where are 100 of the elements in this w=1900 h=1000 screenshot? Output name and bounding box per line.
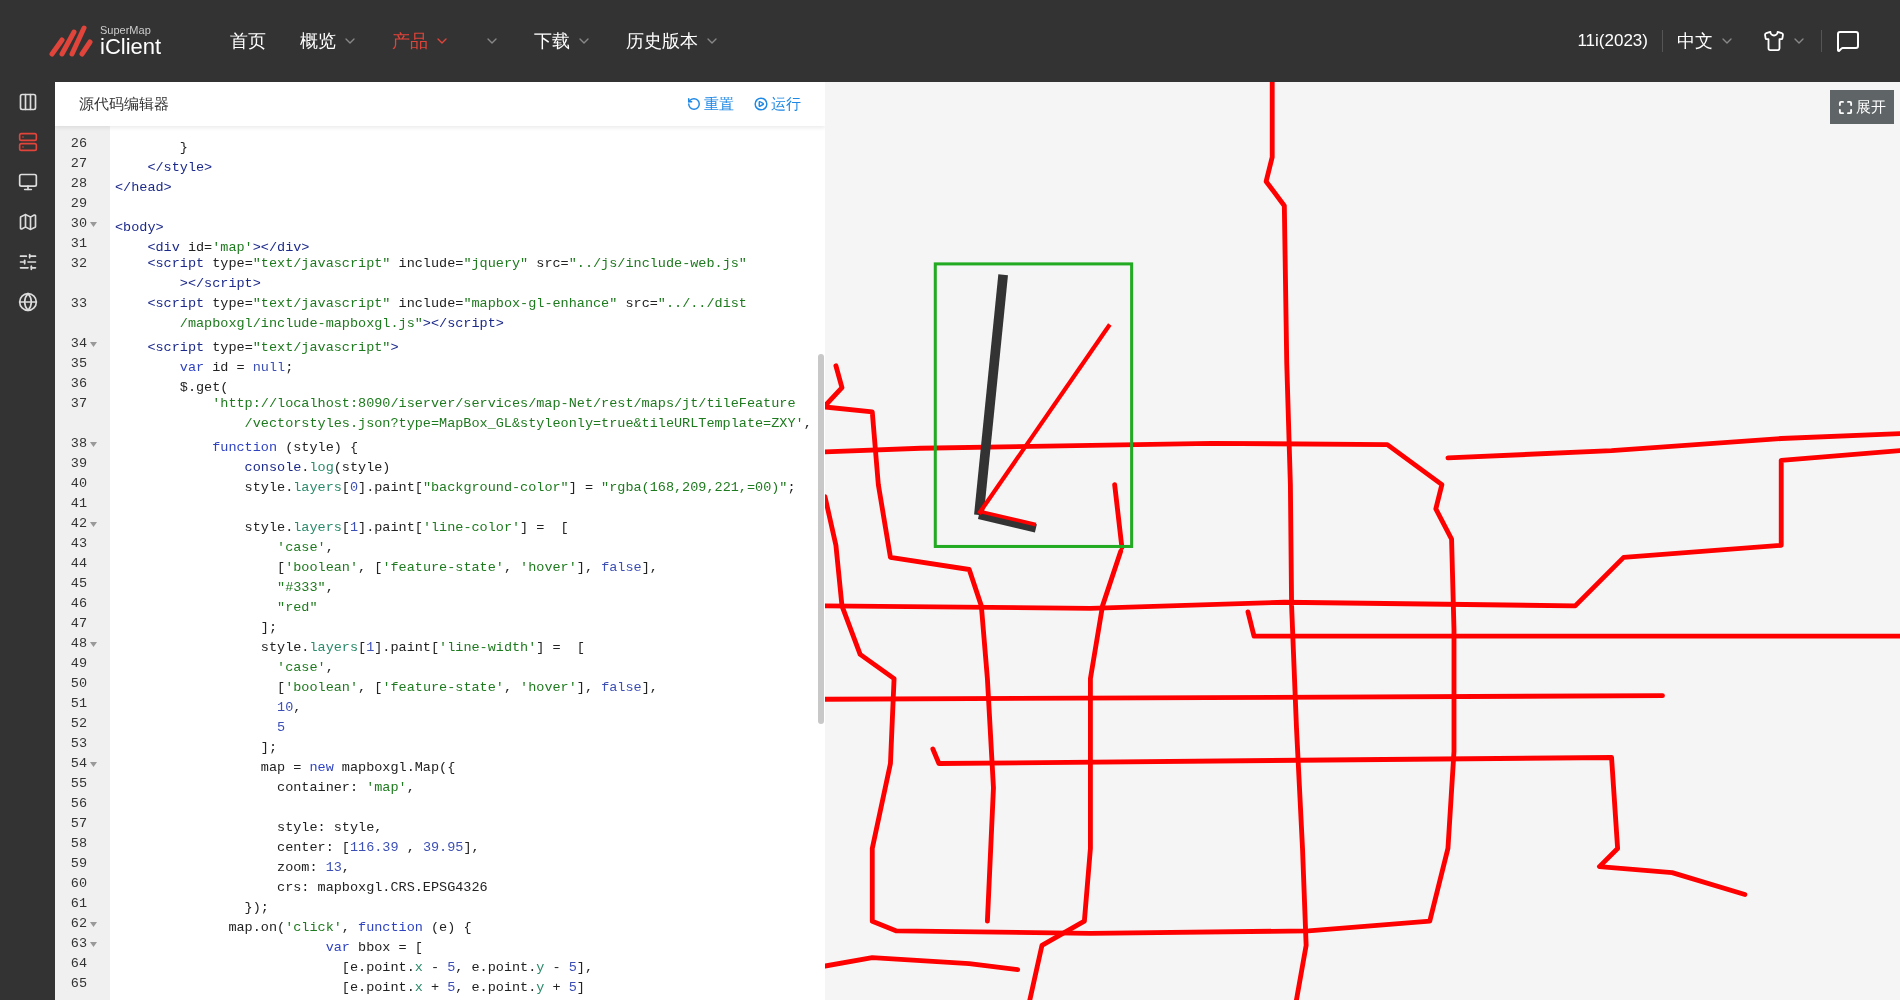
line-number: 33 [69,295,87,313]
logo-icon [48,24,94,58]
map-icon[interactable] [17,212,38,232]
rotate-icon [687,97,701,111]
list-icon[interactable] [17,132,38,152]
code-line: style.layers[1].paint['line-width'] = [ [259,639,585,657]
play-icon [754,97,768,111]
expand-button[interactable]: 展开 [1830,90,1894,124]
code-line: $.get( [178,379,229,397]
sliders-icon[interactable] [17,252,38,272]
code-line: 5 [276,719,286,737]
code-line: ['boolean', ['feature-state', 'hover'], false], [276,679,658,697]
line-number: 43 [69,535,87,553]
line-number: 42 [69,515,87,533]
run-button[interactable]: 运行 [754,92,801,116]
line-number: 29 [69,195,87,213]
brand-subtitle: SuperMap [100,24,152,36]
code-line: <script type="text/javascript"> [146,339,399,357]
nav-item[interactable]: 历史版本 [626,27,720,55]
code-line: style.layers[1].paint['line-color'] = [ [243,519,569,537]
code-line: 'case', [276,539,334,557]
code-line: [e.point.x - 5, e.point.y - 5], [340,959,594,977]
help-icon[interactable] [1836,29,1860,53]
code-line: 10, [276,699,302,717]
nav-item[interactable]: 首页 [230,27,266,55]
code-line: var bbox = [ [324,939,423,957]
code-line: center: [116.39 , 39.95], [276,839,480,857]
line-number: 52 [69,715,87,733]
line-number: 57 [69,815,87,833]
line-number: 32 [69,255,87,273]
code-line: 'http://localhost:8090/iserver/services/map-Net/rest/maps/jt/tileFeature /vectorstyles.json?type=MapBox_GL&styleonly=true&tileURLTemplate=ZXY', [211,395,812,433]
monitor-icon[interactable] [17,172,38,192]
line-number: 53 [69,735,87,753]
columns-icon[interactable] [17,92,38,112]
code-line: }); [243,899,269,917]
line-number: 51 [69,695,87,713]
code-line: function (style) { [211,439,359,457]
line-number: 39 [69,455,87,473]
reset-button[interactable]: 重置 [687,92,734,116]
line-number: 61 [69,895,87,913]
code-line: <script type="text/javascript" include="jquery" src="../js/include-web.js" ></script> [146,255,747,293]
scrollbar-thumb[interactable] [818,354,824,724]
code-line: console.log(style) [243,459,391,477]
line-number: 56 [69,795,87,813]
fold-icon[interactable] [90,341,97,347]
fold-icon[interactable] [90,641,97,647]
line-number: 49 [69,655,87,673]
line-number: 48 [69,635,87,653]
code-line: </style> [146,159,213,177]
line-number: 41 [69,495,87,513]
brand-name: iClient [100,35,162,58]
code-line: map = new mapboxgl.Map({ [259,759,456,777]
fold-icon[interactable] [90,761,97,767]
code-line: container: 'map', [276,779,415,797]
code-line: map.on('click', function (e) { [227,919,472,937]
line-number: 37 [69,395,87,413]
code-line: var id = null; [178,359,294,377]
line-number: 27 [69,155,87,173]
nav-item[interactable]: 概览 [300,27,358,55]
nav-item[interactable]: 下载 [534,27,592,55]
fold-icon[interactable] [90,941,97,947]
line-number: 36 [69,375,87,393]
code-line: ]; [259,739,278,757]
line-number: 54 [69,755,87,773]
line-number: 59 [69,855,87,873]
globe-icon[interactable] [17,292,38,312]
line-number: 50 [69,675,87,693]
code-line: style.layers[0].paint["background-color"] = "rgba(168,209,221,=00)"; [243,479,796,497]
expand-icon [1838,99,1853,115]
line-number: 38 [69,435,87,453]
code-line: 'case', [276,659,334,677]
code-line: ]; [259,619,278,637]
line-number: 65 [69,975,87,993]
line-number: 31 [69,235,87,253]
code-line: ['boolean', ['feature-state', 'hover'], false], [276,559,658,577]
line-number: 62 [69,915,87,933]
line-number: 64 [69,955,87,973]
line-number: 63 [69,935,87,953]
line-number: 26 [69,135,87,153]
code-line: style: style, [276,819,383,837]
line-number: 44 [69,555,87,573]
fold-icon[interactable] [90,921,97,927]
line-number: 58 [69,835,87,853]
code-line: <script type="text/javascript" include="mapbox-gl-enhance" src="../../dist /mapboxgl/include-mapboxgl.js"></script> [146,295,747,333]
code-line: <div id='map'></div> [146,239,310,257]
line-number: 47 [69,615,87,633]
language-dropdown[interactable]: 中文 [1677,27,1735,55]
fold-icon[interactable] [90,441,97,447]
fold-icon[interactable] [90,221,97,227]
code-line: crs: mapboxgl.CRS.EPSG4326 [276,879,488,897]
code-line: zoom: 13, [276,859,350,877]
editor-title: 源代码编辑器 [79,93,169,114]
line-number: 55 [69,775,87,793]
code-line: [e.point.x + 5, e.point.y + 5] [340,979,585,997]
code-line: "red" [276,599,318,617]
code-line: } [178,139,188,157]
line-number: 40 [69,475,87,493]
map-area[interactable]: 展开 [825,82,1900,1000]
line-number: 45 [69,575,87,593]
fold-icon[interactable] [90,521,97,527]
